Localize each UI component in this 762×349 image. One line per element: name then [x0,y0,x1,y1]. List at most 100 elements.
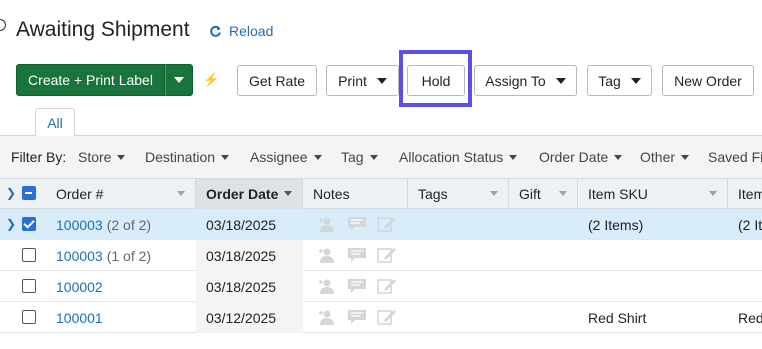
assign-to-label: Assign To [485,72,546,89]
column-label: Notes [313,186,350,202]
assign-to-button[interactable]: Assign To [474,65,577,96]
filter-by-label: Filter By: [11,149,67,165]
column-item-sku[interactable]: Item SKU [578,179,728,209]
column-tags[interactable]: Tags [408,179,509,209]
get-rate-label: Get Rate [248,72,306,89]
cell-item-sku: (2 Items) [588,216,644,233]
tab-all[interactable]: All [35,108,75,137]
column-gift[interactable]: Gift [509,179,578,209]
lightning-icon: ⚡ [203,72,220,87]
table-row[interactable]: ❯ 100003 (2 of 2) 03/18/2025 (2 Items) (2 It [0,209,762,240]
message-icon[interactable] [347,309,367,325]
notes-actions [317,247,397,263]
caret-down-icon [174,77,184,83]
get-rate-button[interactable]: Get Rate [237,65,317,96]
order-number-link[interactable]: 100003 [56,217,103,233]
row-checkbox[interactable] [22,217,36,231]
view-tabs: All [0,108,762,137]
column-order-date[interactable]: Order Date [196,179,303,209]
edit-note-icon[interactable] [377,278,397,294]
cell-item-sku [578,240,728,271]
caret-down-icon [681,154,690,160]
notes-actions [317,216,397,232]
order-number-link[interactable]: 100001 [56,310,103,326]
page-title: Awaiting Shipment [16,18,190,41]
table-row[interactable]: 100003 (1 of 2) 03/18/2025 [0,240,762,271]
reload-button[interactable]: Reload [209,23,273,39]
order-number-link[interactable]: 100002 [56,279,103,295]
cell-item: Red [738,309,762,326]
edit-note-icon[interactable] [377,216,397,232]
caret-down-icon [509,154,518,160]
cell-order-number: 100001 [46,302,196,333]
message-icon[interactable] [347,216,367,232]
sort-icon [559,191,567,196]
message-icon[interactable] [347,247,367,263]
caret-down-icon [117,154,126,160]
filter-bar: Filter By: Store Destination Assignee Ta… [0,136,762,178]
reload-label: Reload [229,23,274,39]
order-split-label: (2 of 2) [106,216,152,233]
edit-note-icon[interactable] [377,309,397,325]
sort-icon [490,191,498,196]
filter-saved[interactable]: Saved Fi [708,149,762,165]
new-order-button[interactable]: New Order [662,65,754,96]
column-notes[interactable]: Notes [303,179,408,209]
cell-order-date: 03/18/2025 [196,240,303,271]
notes-actions [317,309,397,325]
tag-label: Tag [598,72,621,89]
cell-item: (2 It [738,216,762,233]
edit-note-icon[interactable] [377,247,397,263]
row-checkbox[interactable] [22,248,36,262]
caret-down-icon [221,154,230,160]
assign-user-icon[interactable] [317,278,337,294]
new-order-label: New Order [674,72,742,89]
tag-button[interactable]: Tag [587,65,652,96]
column-item[interactable]: Item [728,179,762,209]
row-checkbox[interactable] [22,310,36,324]
create-label-dropdown-button[interactable] [165,64,193,96]
radio-icon[interactable] [0,19,6,31]
filter-destination-label: Destination [145,149,216,165]
refresh-icon [210,25,221,37]
select-all-checkbox[interactable] [22,186,36,200]
filter-saved-label: Saved Fi [708,149,762,165]
filter-order-date[interactable]: Order Date [539,149,623,165]
filter-assignee[interactable]: Assignee [250,149,322,165]
filter-assignee-label: Assignee [250,149,308,165]
expand-row-icon[interactable]: ❯ [6,217,16,231]
filter-store[interactable]: Store [78,149,126,165]
column-label: Tags [418,186,448,202]
column-order-number[interactable]: Order # [46,179,196,209]
filter-tag[interactable]: Tag [341,149,378,165]
expand-all-icon[interactable]: ❯ [6,186,16,200]
sort-icon [177,191,185,196]
sort-icon [284,191,292,196]
cell-order-date: 03/12/2025 [196,302,303,333]
message-icon[interactable] [347,278,367,294]
create-print-label-button[interactable]: Create + Print Label [16,64,165,96]
filter-allocation-status[interactable]: Allocation Status [399,149,518,165]
filter-other-label: Other [640,149,676,165]
column-label: Gift [519,186,541,202]
filter-destination[interactable]: Destination [145,149,230,165]
print-button[interactable]: Print [326,65,399,96]
table-row[interactable]: 100002 03/18/2025 [0,271,762,302]
toolbar: Create + Print Label ⚡ Get Rate Print Ho… [0,62,762,102]
filter-order-date-label: Order Date [539,149,609,165]
caret-down-icon [376,77,387,84]
assign-user-icon[interactable] [317,247,337,263]
caret-down-icon [555,77,566,84]
row-checkbox[interactable] [22,279,36,293]
cell-order-date: 03/18/2025 [196,209,303,240]
cell-item [728,240,762,271]
caret-down-icon [313,154,322,160]
cell-order-date: 03/18/2025 [196,271,303,302]
sort-icon [709,191,717,196]
assign-user-icon[interactable] [317,216,337,232]
filter-store-label: Store [78,149,112,165]
table-row[interactable]: 100001 03/12/2025 Red Shirt Red [0,302,762,333]
assign-user-icon[interactable] [317,309,337,325]
filter-other[interactable]: Other [640,149,690,165]
order-number-link[interactable]: 100003 [56,248,103,264]
